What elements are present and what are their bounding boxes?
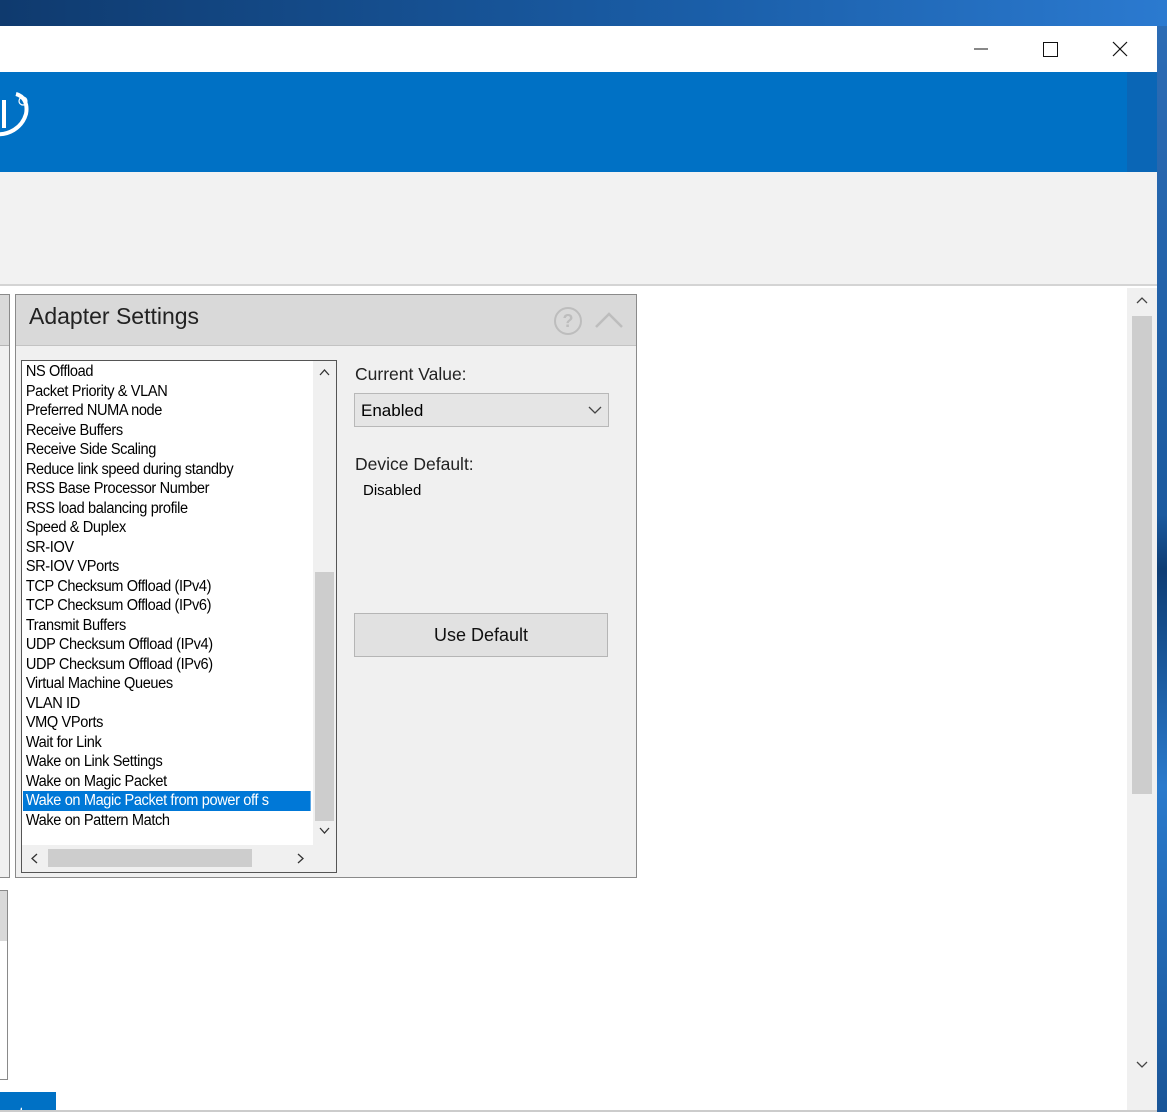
page-scroll-down-icon[interactable] bbox=[1133, 1053, 1151, 1075]
property-list-item[interactable]: VLAN ID bbox=[23, 694, 311, 714]
panel-title: Adapter Settings bbox=[29, 303, 200, 329]
banner-scroll-gutter bbox=[1127, 72, 1157, 172]
intel-logo-icon bbox=[0, 92, 29, 137]
property-list-item[interactable]: Wake on Magic Packet from power off s bbox=[23, 791, 311, 811]
property-list-item[interactable]: VMQ VPorts bbox=[23, 713, 311, 733]
scroll-down-icon[interactable] bbox=[313, 820, 336, 842]
title-bar bbox=[0, 26, 1157, 72]
help-icon[interactable]: ? bbox=[553, 306, 583, 336]
property-list-item[interactable]: Wake on Pattern Match bbox=[23, 811, 311, 831]
collapse-chevron-icon[interactable] bbox=[593, 308, 625, 332]
property-list-item[interactable]: Receive Side Scaling bbox=[23, 440, 311, 460]
property-list-item[interactable]: Transmit Buffers bbox=[23, 616, 311, 636]
toolbar-area bbox=[0, 172, 1157, 286]
property-list-item[interactable]: Wait for Link bbox=[23, 733, 311, 753]
property-list-item[interactable]: Receive Buffers bbox=[23, 421, 311, 441]
close-button[interactable] bbox=[1097, 26, 1143, 72]
property-list-item[interactable]: TCP Checksum Offload (IPv6) bbox=[23, 596, 311, 616]
scroll-up-icon[interactable] bbox=[313, 361, 336, 383]
property-list-item[interactable]: Wake on Link Settings bbox=[23, 752, 311, 772]
left-panel-clipped bbox=[0, 294, 10, 878]
page-scroll-thumb[interactable] bbox=[1132, 316, 1152, 794]
property-list-item[interactable]: Preferred NUMA node bbox=[23, 401, 311, 421]
minimize-icon bbox=[974, 48, 988, 50]
list-hscroll-thumb[interactable] bbox=[48, 849, 252, 867]
property-list-item[interactable]: UDP Checksum Offload (IPv6) bbox=[23, 655, 311, 675]
svg-text:?: ? bbox=[563, 311, 574, 331]
list-scroll-thumb[interactable] bbox=[315, 572, 334, 821]
property-list-item[interactable]: NS Offload bbox=[23, 362, 311, 382]
adapter-settings-panel: Adapter Settings ? NS Offload Packet Prio… bbox=[15, 294, 637, 878]
intel-adapter-window: ter Adapter Settings ? NS OffloadPacket … bbox=[0, 26, 1157, 1112]
property-list-item[interactable]: Virtual Machine Queues bbox=[23, 674, 311, 694]
current-value-text: Enabled bbox=[361, 401, 424, 420]
page-scroll-up-icon[interactable] bbox=[1133, 290, 1151, 312]
device-default-label: Device Default: bbox=[355, 454, 474, 474]
list-vertical-scrollbar[interactable] bbox=[313, 361, 336, 845]
header-banner bbox=[0, 72, 1157, 172]
page-vertical-scrollbar[interactable] bbox=[1127, 288, 1157, 1112]
current-value-select[interactable]: Enabled bbox=[354, 393, 609, 427]
property-list-item[interactable]: TCP Checksum Offload (IPv4) bbox=[23, 577, 311, 597]
panel-header: Adapter Settings ? bbox=[16, 295, 636, 346]
left-lower-panel-header bbox=[0, 891, 7, 941]
property-list-item[interactable]: RSS load balancing profile bbox=[23, 499, 311, 519]
chevron-down-icon bbox=[588, 406, 602, 414]
use-default-button[interactable]: Use Default bbox=[354, 613, 608, 657]
left-lower-panel-clipped bbox=[0, 890, 8, 1080]
bottom-action-button[interactable]: ter bbox=[0, 1092, 56, 1112]
property-list-item[interactable]: Reduce link speed during standby bbox=[23, 460, 311, 480]
property-list-item[interactable]: Speed & Duplex bbox=[23, 518, 311, 538]
property-list-item[interactable]: RSS Base Processor Number bbox=[23, 479, 311, 499]
scroll-right-icon[interactable] bbox=[287, 845, 313, 872]
device-default-value: Disabled bbox=[363, 482, 422, 499]
property-list-item[interactable]: Packet Priority & VLAN bbox=[23, 382, 311, 402]
maximize-button[interactable] bbox=[1026, 26, 1072, 72]
list-horizontal-scrollbar[interactable] bbox=[22, 845, 336, 872]
desktop-background bbox=[0, 0, 1167, 26]
property-list-item[interactable]: UDP Checksum Offload (IPv4) bbox=[23, 635, 311, 655]
properties-listbox[interactable]: NS Offload Packet Priority & VLAN Preferre… bbox=[21, 360, 337, 873]
desktop-background-edge bbox=[1157, 26, 1167, 1112]
maximize-icon bbox=[1043, 42, 1058, 57]
scroll-left-icon[interactable] bbox=[22, 845, 48, 872]
left-panel-header bbox=[0, 295, 9, 346]
property-list-item[interactable]: SR-IOV bbox=[23, 538, 311, 558]
close-icon bbox=[1112, 41, 1128, 57]
property-list-item[interactable]: SR-IOV VPorts bbox=[23, 557, 311, 577]
minimize-button[interactable] bbox=[957, 26, 1003, 72]
properties-list: NS Offload Packet Priority & VLAN Preferre… bbox=[23, 362, 313, 830]
property-list-item[interactable]: Wake on Magic Packet bbox=[23, 772, 311, 792]
current-value-label: Current Value: bbox=[355, 364, 467, 384]
main-content: ter Adapter Settings ? NS OffloadPacket … bbox=[0, 288, 1157, 1112]
